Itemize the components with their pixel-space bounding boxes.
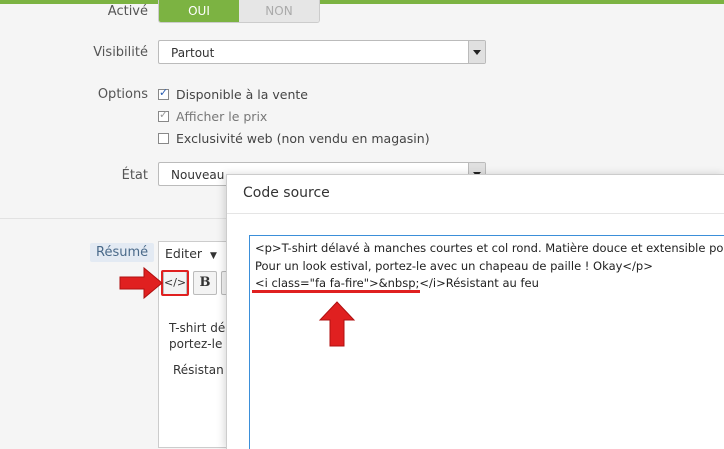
dialog-title: Code source: [243, 185, 330, 201]
option-web-exclusive[interactable]: Exclusivité web (non vendu en magasin): [158, 131, 430, 146]
code-underline-annotation: [252, 290, 420, 293]
option-show-price-label: Afficher le prix: [176, 109, 268, 124]
visibility-label: Visibilité: [93, 45, 148, 60]
code-line-1: <p>T-shirt délavé à manches courtes et c…: [255, 241, 724, 255]
arrow-up-icon: [318, 301, 356, 347]
code-line-2: Pour un look estival, portez-le avec un …: [255, 259, 653, 273]
editor-content-line-1: T-shirt dél: [169, 321, 229, 335]
edit-menu-label: Editer: [165, 246, 203, 261]
active-toggle[interactable]: OUI NON: [158, 0, 320, 23]
active-label: Activé: [107, 4, 148, 19]
option-available-label: Disponible à la vente: [176, 87, 309, 102]
source-button-highlight: [161, 270, 189, 296]
checkbox-web-exclusive[interactable]: [158, 133, 169, 144]
code-line-3: <i class="fa fa-fire">&nbsp;</i>Résistan…: [255, 276, 539, 290]
visibility-value: Partout: [171, 46, 215, 60]
editor-content-line-3: Résistan: [173, 363, 224, 377]
chevron-down-icon: [468, 41, 485, 63]
arrow-right-icon: [119, 266, 163, 300]
option-web-exclusive-label: Exclusivité web (non vendu en magasin): [176, 131, 430, 146]
state-label: État: [121, 168, 148, 183]
edit-menu[interactable]: Editer ▼: [165, 246, 217, 261]
option-available[interactable]: Disponible à la vente: [158, 86, 309, 102]
checkbox-available[interactable]: [158, 86, 169, 100]
source-code-dialog: Code source <p>T-shirt délavé à manches …: [226, 174, 724, 449]
option-show-price[interactable]: Afficher le prix: [158, 108, 268, 124]
toggle-yes[interactable]: OUI: [159, 0, 239, 22]
dialog-header-divider: [227, 213, 724, 214]
editor-content-line-2: portez-le a: [169, 337, 234, 351]
summary-label: Résumé: [90, 243, 155, 262]
bold-button[interactable]: B: [193, 271, 217, 295]
state-value: Nouveau: [171, 168, 225, 182]
toggle-no[interactable]: NON: [239, 0, 319, 22]
caret-down-icon: ▼: [210, 251, 217, 261]
options-label: Options: [97, 87, 148, 102]
visibility-select[interactable]: Partout: [158, 40, 486, 64]
checkbox-show-price[interactable]: [158, 108, 169, 122]
